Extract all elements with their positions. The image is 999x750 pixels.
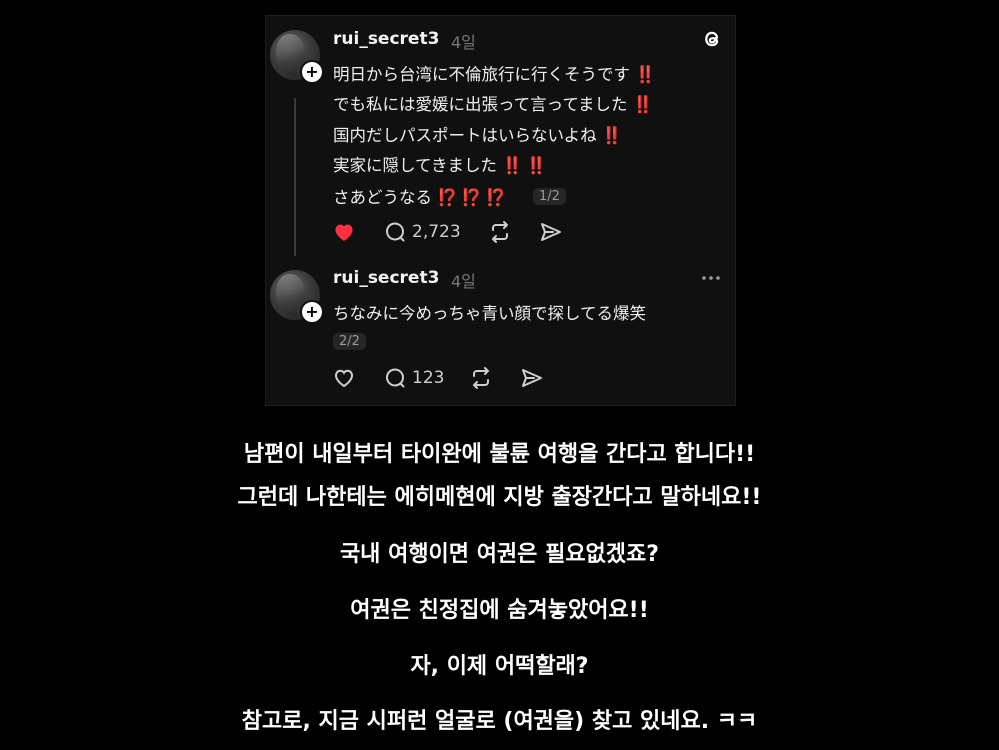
reply-button[interactable]: 2,723: [383, 220, 461, 244]
share-button[interactable]: [539, 220, 563, 244]
like-button[interactable]: [332, 220, 356, 244]
heart-icon: [334, 369, 354, 388]
avatar[interactable]: +: [270, 270, 324, 324]
caption-line: 그런데 나한테는 에히메현에 지방 출장간다고 말하네요!!: [237, 485, 762, 510]
share-button[interactable]: [520, 366, 544, 390]
more-icon[interactable]: [699, 266, 723, 290]
caption-line: 자, 이제 어떡할래?: [410, 654, 589, 679]
post-time: 4일: [451, 33, 476, 52]
like-button[interactable]: [332, 366, 356, 390]
post-text-line: 実家に隠してきました ‼️ ‼️: [333, 152, 547, 176]
repost-button[interactable]: [488, 220, 512, 244]
reply-button[interactable]: 123: [383, 366, 444, 390]
post-time: 4일: [451, 272, 476, 291]
repost-icon: [492, 221, 508, 243]
caption-line: 참고로, 지금 시퍼런 얼굴로 (여권을) 찾고 있네요. ㅋㅋ: [241, 709, 758, 734]
plus-icon[interactable]: +: [300, 60, 324, 84]
post-text: ちなみに今めっちゃ青い顔で探してる爆笑: [333, 304, 647, 323]
reply-count: 123: [412, 368, 445, 388]
post-text: 明日から台湾に不倫旅行に行くそうです: [333, 65, 630, 84]
exclamation-mark: ‼️: [601, 126, 623, 145]
post-text-line: でも私には愛媛に出張って言ってました ‼️: [333, 91, 654, 115]
exclamation-mark: ‼️: [632, 95, 654, 114]
page-indicator: 2/2: [333, 333, 366, 350]
post-username[interactable]: rui_secret3: [333, 29, 439, 49]
post-text-line: 明日から台湾に不倫旅行に行くそうです ‼️: [333, 61, 656, 85]
post-text: 国内だしパスポートはいらないよね: [333, 126, 597, 145]
post-text-line: 国内だしパスポートはいらないよね ‼️: [333, 122, 623, 146]
post-text: でも私には愛媛に出張って言ってました: [333, 95, 628, 114]
page-indicator: 1/2: [533, 188, 566, 205]
plus-icon[interactable]: +: [300, 300, 324, 324]
comment-icon: [386, 368, 405, 388]
thread-connector-line: [294, 98, 296, 256]
post-username[interactable]: rui_secret3: [333, 268, 439, 288]
heart-icon: [335, 224, 353, 241]
exclamation-mark: ‼️: [635, 65, 656, 84]
post-text: 実家に隠してきました: [333, 156, 498, 175]
avatar[interactable]: +: [270, 30, 324, 84]
caption-line: 남편이 내일부터 타이완에 불륜 여행을 간다고 합니다!!: [243, 442, 756, 467]
share-icon: [522, 369, 542, 387]
interrobang-mark: ⁉️ ⁉️ ⁉️: [437, 188, 506, 207]
post-text: さあどうなる: [333, 188, 432, 207]
comment-icon: [386, 222, 405, 242]
repost-button[interactable]: [469, 366, 493, 390]
exclamation-mark: ‼️ ‼️: [502, 156, 547, 175]
share-icon: [541, 223, 561, 241]
caption-line: 여권은 친정집에 숨겨놓았어요!!: [350, 598, 649, 623]
caption-line: 국내 여행이면 여권은 필요없겠죠?: [339, 542, 660, 567]
reply-count: 2,723: [412, 222, 461, 242]
threads-logo-icon[interactable]: [700, 27, 724, 51]
repost-icon: [473, 367, 489, 389]
post-text-line: さあどうなる ⁉️ ⁉️ ⁉️: [333, 184, 506, 208]
